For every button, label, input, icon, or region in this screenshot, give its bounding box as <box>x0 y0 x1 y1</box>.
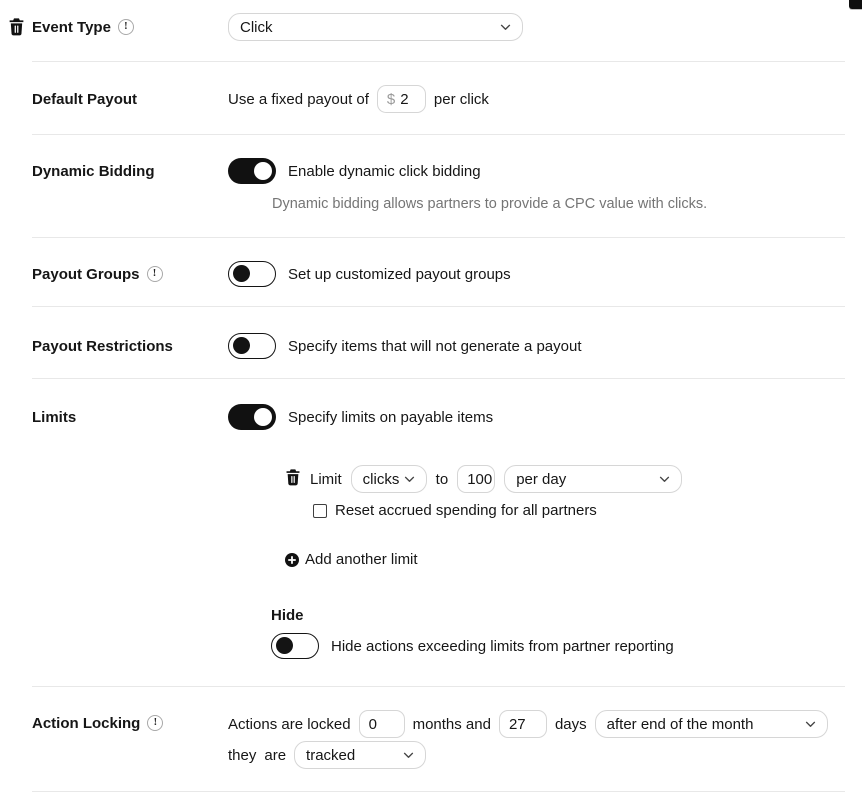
add-another-limit-label: Add another limit <box>305 551 418 568</box>
add-another-limit-button[interactable]: Add another limit <box>285 551 845 568</box>
partial-corner-element[interactable] <box>849 0 862 9</box>
limits-label-group: Limits <box>32 404 228 430</box>
payout-amount-value: 2 <box>400 91 408 108</box>
toggle-knob <box>233 337 250 354</box>
action-locking-label-group: Action Locking ! <box>32 710 228 736</box>
limit-period-select[interactable]: per day <box>504 465 682 493</box>
locking-days-input[interactable] <box>499 710 547 738</box>
chevron-down-icon <box>659 476 670 483</box>
dynamic-bidding-label: Dynamic Bidding <box>32 163 155 180</box>
delete-limit-button[interactable] <box>285 468 301 490</box>
plus-circle-icon <box>285 553 299 567</box>
toggle-knob <box>254 408 272 426</box>
payout-groups-toggle-label: Set up customized payout groups <box>288 266 511 283</box>
event-type-label: Event Type <box>32 19 111 36</box>
chevron-down-icon <box>500 24 511 31</box>
hide-section-heading: Hide <box>271 607 845 624</box>
trash-icon <box>285 468 301 486</box>
hide-actions-toggle[interactable] <box>271 633 319 659</box>
chevron-down-icon <box>404 476 415 483</box>
dynamic-bidding-helper-text: Dynamic bidding allows partners to provi… <box>272 196 845 212</box>
hide-actions-row: Hide actions exceeding limits from partn… <box>271 633 845 659</box>
limit-to-word: to <box>436 471 449 488</box>
they-text: they <box>228 747 256 764</box>
row-limits: Limits Specify limits on payable items L… <box>32 379 845 687</box>
action-locking-label: Action Locking <box>32 715 140 732</box>
payout-restrictions-content: Specify items that will not generate a p… <box>228 333 845 359</box>
row-default-payout: Default Payout Use a fixed payout of $ 2… <box>32 62 845 135</box>
limits-toggle[interactable] <box>228 404 276 430</box>
limits-label: Limits <box>32 409 76 426</box>
payout-groups-label-group: Payout Groups ! <box>32 261 228 287</box>
payout-restrictions-toggle[interactable] <box>228 333 276 359</box>
row-dynamic-bidding: Dynamic Bidding Enable dynamic click bid… <box>32 135 845 238</box>
locking-status-value: tracked <box>306 747 355 764</box>
info-icon[interactable]: ! <box>118 19 134 35</box>
days-text: days <box>555 716 587 733</box>
locking-timing-select[interactable]: after end of the month <box>595 710 828 738</box>
payout-settings-form: Event Type ! Click Default Payout Use a … <box>0 0 862 792</box>
chevron-down-icon <box>403 752 414 759</box>
limits-content: Specify limits on payable items Limit cl… <box>228 404 845 659</box>
dynamic-bidding-content: Enable dynamic click bidding Dynamic bid… <box>228 158 845 212</box>
reset-spending-row: Reset accrued spending for all partners <box>313 502 845 519</box>
event-type-label-group: Event Type ! <box>32 13 228 41</box>
limit-metric-select[interactable]: clicks <box>351 465 427 493</box>
locking-status-select[interactable]: tracked <box>294 741 426 769</box>
limit-period-value: per day <box>516 471 566 488</box>
delete-event-type-button[interactable] <box>8 17 25 40</box>
payout-amount-input[interactable]: $ 2 <box>377 85 426 113</box>
months-and-text: months and <box>413 716 491 733</box>
payout-groups-content: Set up customized payout groups <box>228 261 845 287</box>
locking-timing-value: after end of the month <box>607 716 754 733</box>
locked-prefix-text: Actions are locked <box>228 716 351 733</box>
row-event-type: Event Type ! Click <box>32 0 845 62</box>
dynamic-bidding-toggle[interactable] <box>228 158 276 184</box>
row-payout-restrictions: Payout Restrictions Specify items that w… <box>32 307 845 379</box>
row-action-locking: Action Locking ! Actions are locked mont… <box>32 687 845 792</box>
currency-symbol: $ <box>387 91 395 108</box>
info-icon[interactable]: ! <box>147 715 163 731</box>
payout-restrictions-label-group: Payout Restrictions <box>32 333 228 359</box>
payout-restrictions-label: Payout Restrictions <box>32 338 173 355</box>
toggle-knob <box>254 162 272 180</box>
payout-groups-label: Payout Groups <box>32 266 140 283</box>
locking-months-input[interactable] <box>359 710 405 738</box>
default-payout-label: Default Payout <box>32 91 137 108</box>
payout-restrictions-toggle-label: Specify items that will not generate a p… <box>288 338 582 355</box>
limits-toggle-label: Specify limits on payable items <box>288 409 493 426</box>
limit-definition-row: Limit clicks to 100 per day <box>285 465 845 493</box>
payout-groups-toggle[interactable] <box>228 261 276 287</box>
dynamic-bidding-toggle-label: Enable dynamic click bidding <box>288 163 481 180</box>
row-payout-groups: Payout Groups ! Set up customized payout… <box>32 238 845 307</box>
limit-amount-input[interactable]: 100 <box>457 465 495 493</box>
action-locking-content: Actions are locked months and days after… <box>228 710 845 769</box>
reset-spending-checkbox[interactable] <box>313 504 327 518</box>
default-payout-label-group: Default Payout <box>32 85 228 113</box>
fixed-payout-prefix-text: Use a fixed payout of <box>228 91 369 108</box>
event-type-content: Click <box>228 13 845 41</box>
info-icon[interactable]: ! <box>147 266 163 282</box>
default-payout-content: Use a fixed payout of $ 2 per click <box>228 85 845 113</box>
toggle-knob <box>233 265 250 282</box>
event-type-select-value: Click <box>240 19 273 36</box>
toggle-knob <box>276 637 293 654</box>
hide-actions-toggle-label: Hide actions exceeding limits from partn… <box>331 638 674 655</box>
reset-spending-label: Reset accrued spending for all partners <box>335 502 597 519</box>
limit-metric-value: clicks <box>363 471 400 488</box>
trash-icon <box>8 17 25 36</box>
are-text: are <box>264 747 286 764</box>
fixed-payout-suffix-text: per click <box>434 91 489 108</box>
event-type-select[interactable]: Click <box>228 13 523 41</box>
limit-amount-value: 100 <box>467 471 492 488</box>
dynamic-bidding-label-group: Dynamic Bidding <box>32 158 228 184</box>
chevron-down-icon <box>805 721 816 728</box>
limit-word: Limit <box>310 471 342 488</box>
